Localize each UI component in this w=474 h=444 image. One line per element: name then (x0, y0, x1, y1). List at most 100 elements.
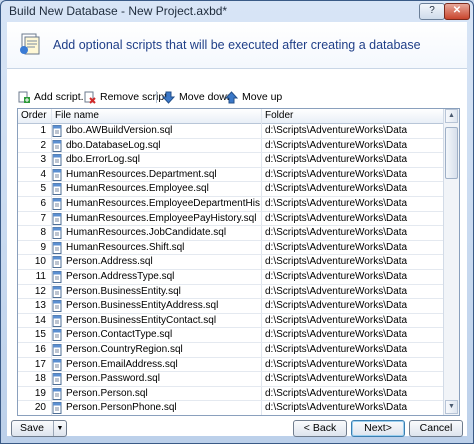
table-row[interactable]: 12 Person.BusinessEntity.sql d:\Scripts\Ad… (18, 285, 443, 300)
move-up-button[interactable]: Move up (225, 89, 282, 105)
row-folder: d:\Scripts\AdventureWorks\Data (265, 387, 408, 399)
row-file-name: HumanResources.EmployeeDepartmentHistory… (52, 197, 260, 211)
scripts-grid[interactable]: Order File name Folder 1 dbo.AWBuildVersi… (17, 108, 460, 416)
sql-file-icon (52, 314, 62, 327)
row-folder: d:\Scripts\AdventureWorks\Data (265, 227, 408, 239)
move-up-label: Move up (242, 91, 283, 103)
column-order[interactable]: Order (18, 109, 52, 123)
row-file-name: Person.CountryRegion.sql (52, 343, 260, 357)
sql-file-icon (52, 197, 62, 210)
row-file-text: HumanResources.Shift.sql (66, 241, 185, 253)
row-order: 8 (40, 227, 46, 239)
table-row[interactable]: 17 Person.EmailAddress.sql d:\Scripts\Adve… (18, 358, 443, 373)
table-row[interactable]: 9 HumanResources.Shift.sql d:\Scripts\Adve… (18, 241, 443, 256)
row-order: 19 (34, 387, 46, 399)
table-row[interactable]: 6 HumanResources.EmployeeDepartmentHistor… (18, 197, 443, 212)
table-row[interactable]: 20 Person.PersonPhone.sql d:\Scripts\Adven… (18, 401, 443, 415)
arrow-down-icon (162, 91, 175, 104)
row-folder: d:\Scripts\AdventureWorks\Data (265, 329, 408, 341)
table-row[interactable]: 3 dbo.ErrorLog.sql d:\Scripts\AdventureWor… (18, 153, 443, 168)
row-file-text: dbo.AWBuildVersion.sql (66, 125, 173, 136)
row-file-text: HumanResources.EmployeePayHistory.sql (66, 212, 257, 224)
table-row[interactable]: 18 Person.Password.sql d:\Scripts\Adventur… (18, 372, 443, 387)
row-file-name: Person.EmailAddress.sql (52, 358, 260, 372)
remove-script-button[interactable]: Remove script (83, 89, 167, 105)
row-file-name: HumanResources.JobCandidate.sql (52, 226, 260, 240)
table-row[interactable]: 2 dbo.DatabaseLog.sql d:\Scripts\Adventure… (18, 139, 443, 154)
scroll-down-icon[interactable]: ▼ (445, 400, 458, 414)
scroll-thumb[interactable] (445, 127, 458, 179)
next-button[interactable]: Next> (351, 420, 405, 437)
row-file-text: Person.Address.sql (66, 256, 153, 268)
sql-file-icon (52, 373, 62, 386)
table-row[interactable]: 5 HumanResources.Employee.sql d:\Scripts\A… (18, 182, 443, 197)
help-button[interactable]: ? (419, 3, 445, 20)
add-script-button[interactable]: Add script... (17, 89, 89, 105)
sql-file-icon (52, 358, 62, 371)
toolbar-separator (156, 91, 157, 103)
row-order: 17 (34, 358, 46, 370)
row-folder: d:\Scripts\AdventureWorks\Data (265, 212, 408, 224)
row-folder: d:\Scripts\AdventureWorks\Data (265, 139, 408, 151)
table-row[interactable]: 8 HumanResources.JobCandidate.sql d:\Scrip… (18, 226, 443, 241)
row-order: 18 (34, 373, 46, 385)
table-row[interactable]: 14 Person.BusinessEntityContact.sql d:\Scr… (18, 314, 443, 329)
row-order: 11 (35, 270, 46, 282)
vertical-scrollbar[interactable]: ▲ ▼ (443, 109, 459, 415)
row-folder: d:\Scripts\AdventureWorks\Data (265, 373, 408, 385)
row-order: 6 (40, 197, 46, 209)
save-button[interactable]: Save ▼ (11, 420, 67, 437)
save-label: Save (20, 422, 44, 434)
row-file-text: Person.Person.sql (66, 387, 148, 399)
table-row[interactable]: 10 Person.Address.sql d:\Scripts\Adventure… (18, 255, 443, 270)
sql-file-icon (52, 343, 62, 356)
row-folder: d:\Scripts\AdventureWorks\Data (265, 285, 408, 297)
row-folder: d:\Scripts\AdventureWorks\Data (265, 154, 408, 166)
save-dropdown-icon[interactable]: ▼ (53, 421, 66, 436)
row-order: 14 (34, 314, 46, 326)
add-script-label: Add script... (34, 91, 90, 103)
scroll-up-icon[interactable]: ▲ (445, 109, 458, 123)
row-folder: d:\Scripts\AdventureWorks\Data (265, 270, 408, 282)
row-file-name: HumanResources.Department.sql (52, 168, 260, 182)
row-order: 13 (34, 300, 46, 312)
row-order: 1 (40, 125, 46, 136)
row-file-name: HumanResources.Employee.sql (52, 182, 260, 196)
grid-rows: 1 dbo.AWBuildVersion.sql d:\Scripts\Advent… (18, 124, 443, 415)
row-file-name: Person.Password.sql (52, 372, 260, 386)
table-row[interactable]: 4 HumanResources.Department.sql d:\Scripts… (18, 168, 443, 183)
row-file-text: dbo.ErrorLog.sql (66, 154, 140, 166)
move-down-button[interactable]: Move down (162, 89, 233, 105)
row-order: 5 (40, 183, 46, 195)
row-file-name: HumanResources.EmployeePayHistory.sql (52, 212, 260, 226)
row-folder: d:\Scripts\AdventureWorks\Data (265, 358, 408, 370)
table-row[interactable]: 11 Person.AddressType.sql d:\Scripts\Adven… (18, 270, 443, 285)
sql-file-icon (52, 387, 62, 400)
table-row[interactable]: 1 dbo.AWBuildVersion.sql d:\Scripts\Advent… (18, 124, 443, 139)
row-file-name: Person.Address.sql (52, 255, 260, 269)
column-file-name[interactable]: File name (52, 109, 262, 123)
row-folder: d:\Scripts\AdventureWorks\Data (265, 125, 408, 136)
row-order: 20 (34, 402, 46, 414)
sql-file-icon (52, 168, 62, 181)
cancel-button[interactable]: Cancel (409, 420, 463, 437)
grid-header: Order File name Folder (18, 109, 443, 124)
row-file-name: Person.PersonPhone.sql (52, 401, 260, 415)
title-bar: Build New Database - New Project.axbd* ?… (1, 1, 473, 21)
row-file-name: Person.AddressType.sql (52, 270, 260, 284)
sql-file-icon (52, 212, 62, 225)
table-row[interactable]: 15 Person.ContactType.sql d:\Scripts\Adven… (18, 328, 443, 343)
table-row[interactable]: 19 Person.Person.sql d:\Scripts\AdventureW… (18, 387, 443, 402)
row-order: 15 (34, 329, 46, 341)
back-button[interactable]: < Back (293, 420, 347, 437)
sql-file-icon (52, 300, 62, 313)
column-folder[interactable]: Folder (262, 109, 443, 123)
toolbar: Add script... Remove script Move down Mo… (7, 88, 467, 106)
table-row[interactable]: 7 HumanResources.EmployeePayHistory.sql d:… (18, 212, 443, 227)
row-file-text: Person.ContactType.sql (66, 329, 173, 341)
table-row[interactable]: 13 Person.BusinessEntityAddress.sql d:\Scr… (18, 299, 443, 314)
row-folder: d:\Scripts\AdventureWorks\Data (265, 256, 408, 268)
row-file-text: HumanResources.JobCandidate.sql (66, 227, 227, 239)
table-row[interactable]: 16 Person.CountryRegion.sql d:\Scripts\Adv… (18, 343, 443, 358)
close-button[interactable]: ✕ (444, 3, 470, 20)
